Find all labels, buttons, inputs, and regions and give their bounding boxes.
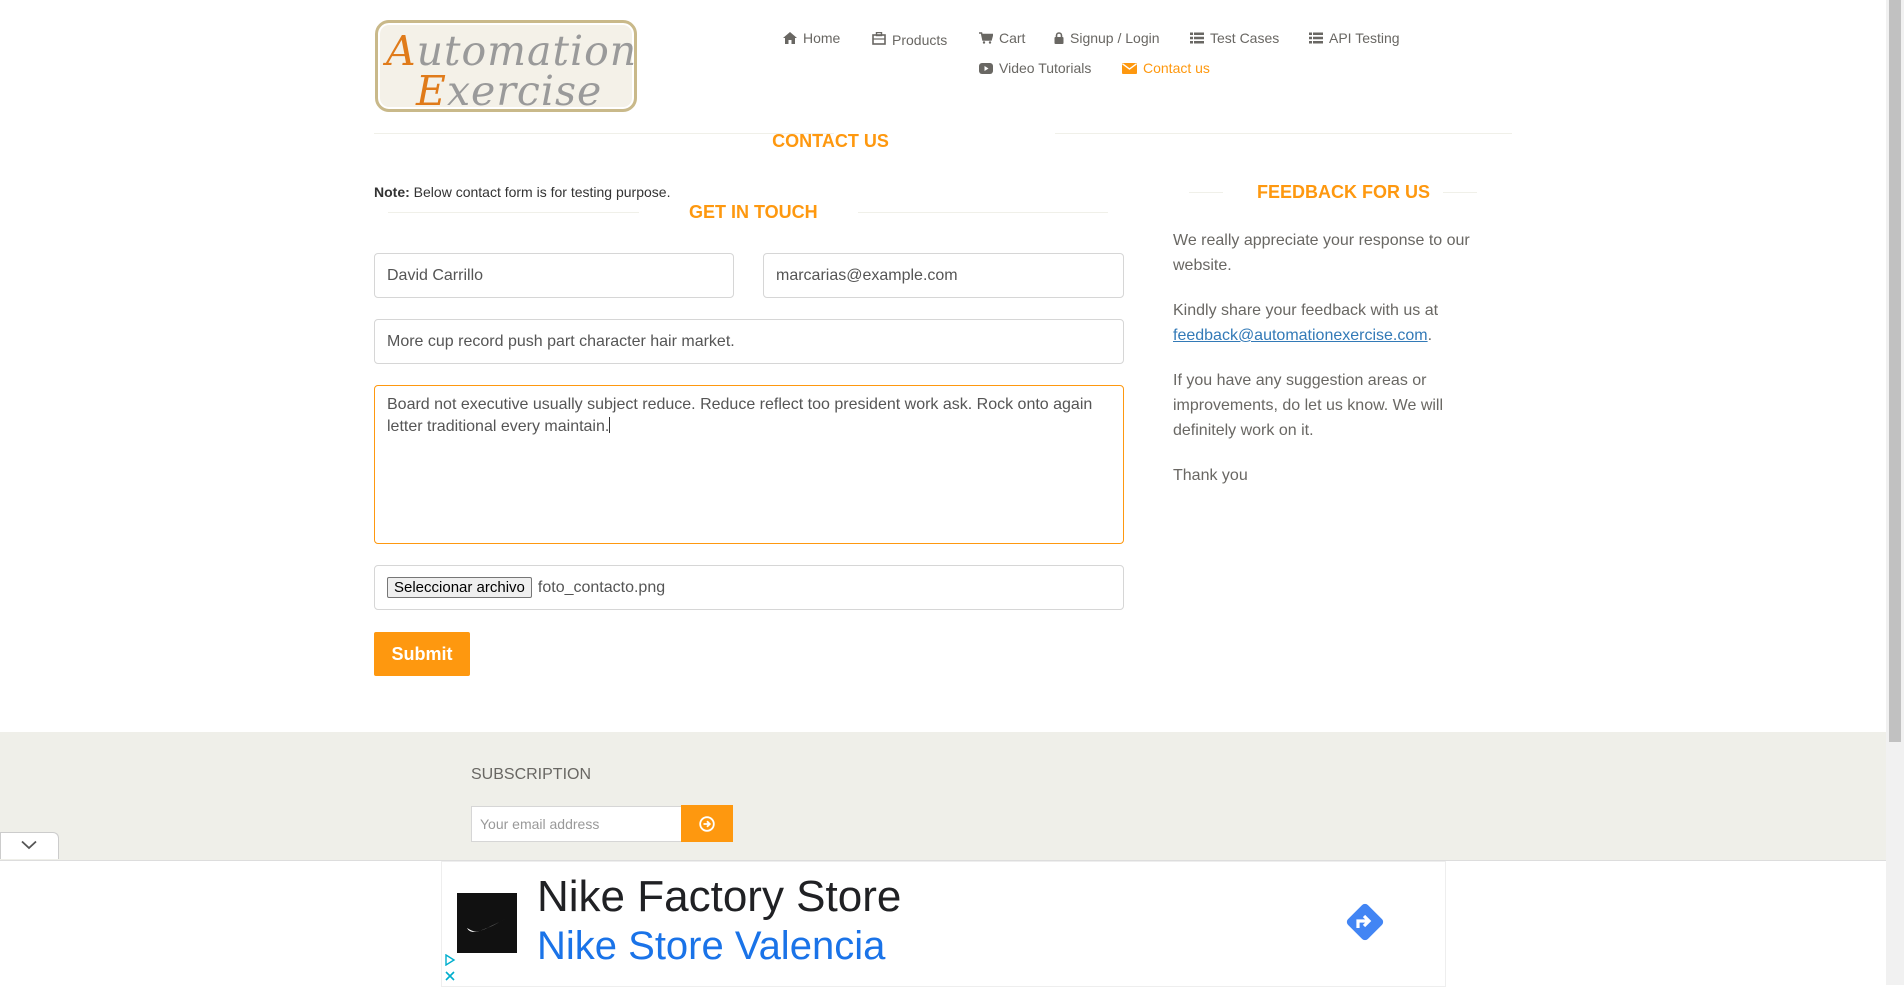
submit-button[interactable]: Submit [374, 632, 470, 676]
subscription-title: SUBSCRIPTION [471, 766, 592, 783]
feedback-paragraph-2: Kindly share your feedback with us at fe… [1173, 298, 1483, 348]
nav-home-label: Home [803, 30, 841, 46]
nav-signup-login[interactable]: Signup / Login [1054, 30, 1160, 46]
subscription-email-input[interactable]: Your email address [471, 806, 682, 842]
directions-icon [1346, 903, 1384, 941]
ad-close-icon[interactable] [444, 970, 456, 982]
products-icon [872, 31, 886, 45]
feedback-paragraph-1: We really appreciate your response to ou… [1173, 232, 1470, 274]
form-title-divider-left [388, 212, 639, 213]
file-name: foto_contacto.png [537, 578, 666, 596]
site-logo[interactable]: Automation Exercise [375, 20, 637, 115]
nav-contact-us[interactable]: Contact us [1122, 60, 1210, 76]
nav-test-cases[interactable]: Test Cases [1190, 30, 1279, 46]
feedback-text: Kindly share your feedback with us at [1173, 302, 1439, 319]
feedback-divider-left [1189, 192, 1223, 193]
feedback-period: . [1427, 327, 1433, 344]
adchoices-icon[interactable] [444, 954, 456, 966]
ad-banner[interactable]: Nike Factory Store Nike Store Valencia [441, 861, 1446, 987]
nav-video-tutorials-label: Video Tutorials [999, 60, 1092, 76]
name-value: David Carrillo [387, 266, 484, 284]
choose-file-button[interactable]: Seleccionar archivo [387, 577, 532, 598]
email-value: marcarias@example.com [776, 266, 958, 284]
note-label: Note: [374, 184, 410, 200]
feedback-paragraph-3: If you have any suggestion areas or impr… [1173, 372, 1444, 439]
nav-home[interactable]: Home [783, 30, 840, 46]
email-field[interactable]: marcarias@example.com [763, 253, 1124, 298]
chevron-down-icon [21, 840, 37, 850]
text-cursor [609, 417, 611, 433]
youtube-icon [979, 62, 993, 74]
subscription-placeholder: Your email address [480, 816, 600, 832]
nav-api-testing[interactable]: API Testing [1309, 30, 1400, 46]
nav-products[interactable]: Products [872, 30, 948, 48]
lock-icon [1054, 32, 1064, 44]
nav-signup-login-label: Signup / Login [1070, 30, 1160, 46]
feedback-paragraph-4: Thank you [1173, 467, 1248, 484]
ad-subtitle: Nike Store Valencia [537, 924, 886, 968]
heading-divider-right [1055, 133, 1512, 134]
home-icon [783, 32, 797, 44]
swoosh-icon [467, 919, 505, 932]
feedback-email-link[interactable]: feedback@automationexercise.com [1173, 327, 1428, 344]
cart-icon [979, 32, 993, 44]
feedback-divider-right [1443, 192, 1477, 193]
form-title-divider-right [858, 212, 1108, 213]
arrow-circle-right-icon [699, 815, 715, 832]
feedback-title: FEEDBACK FOR US [1257, 182, 1431, 202]
subject-field[interactable]: More cup record push part character hair… [374, 319, 1124, 364]
nav-cart-label: Cart [999, 30, 1026, 46]
message-textarea[interactable]: Board not executive usually subject redu… [374, 385, 1124, 544]
nav-api-testing-label: API Testing [1329, 30, 1400, 46]
list-icon [1190, 32, 1204, 44]
subject-value: More cup record push part character hair… [387, 332, 735, 350]
ad-collapse-tab[interactable] [0, 832, 59, 859]
scrollbar-thumb[interactable] [1889, 0, 1901, 742]
name-field[interactable]: David Carrillo [374, 253, 734, 298]
heading-divider-left [374, 133, 834, 134]
nike-logo [457, 893, 517, 953]
file-upload-field[interactable]: Seleccionar archivo foto_contacto.png [374, 565, 1124, 610]
directions-button[interactable] [1341, 898, 1389, 946]
message-value: Board not executive usually subject redu… [387, 396, 1093, 435]
ad-title: Nike Factory Store [537, 872, 902, 921]
nav-contact-us-label: Contact us [1143, 60, 1210, 76]
envelope-icon [1122, 62, 1137, 74]
subscribe-button[interactable] [681, 805, 733, 842]
list-icon [1309, 32, 1323, 44]
nav-products-label: Products [892, 32, 948, 48]
nav-test-cases-label: Test Cases [1210, 30, 1280, 46]
nav-video-tutorials[interactable]: Video Tutorials [979, 60, 1091, 76]
note-text: Below contact form is for testing purpos… [413, 184, 671, 200]
form-title: GET IN TOUCH [689, 202, 818, 222]
nav-cart[interactable]: Cart [979, 30, 1025, 46]
logo-line-2: Exercise [416, 67, 603, 115]
form-note: Note: Below contact form is for testing … [374, 184, 670, 200]
